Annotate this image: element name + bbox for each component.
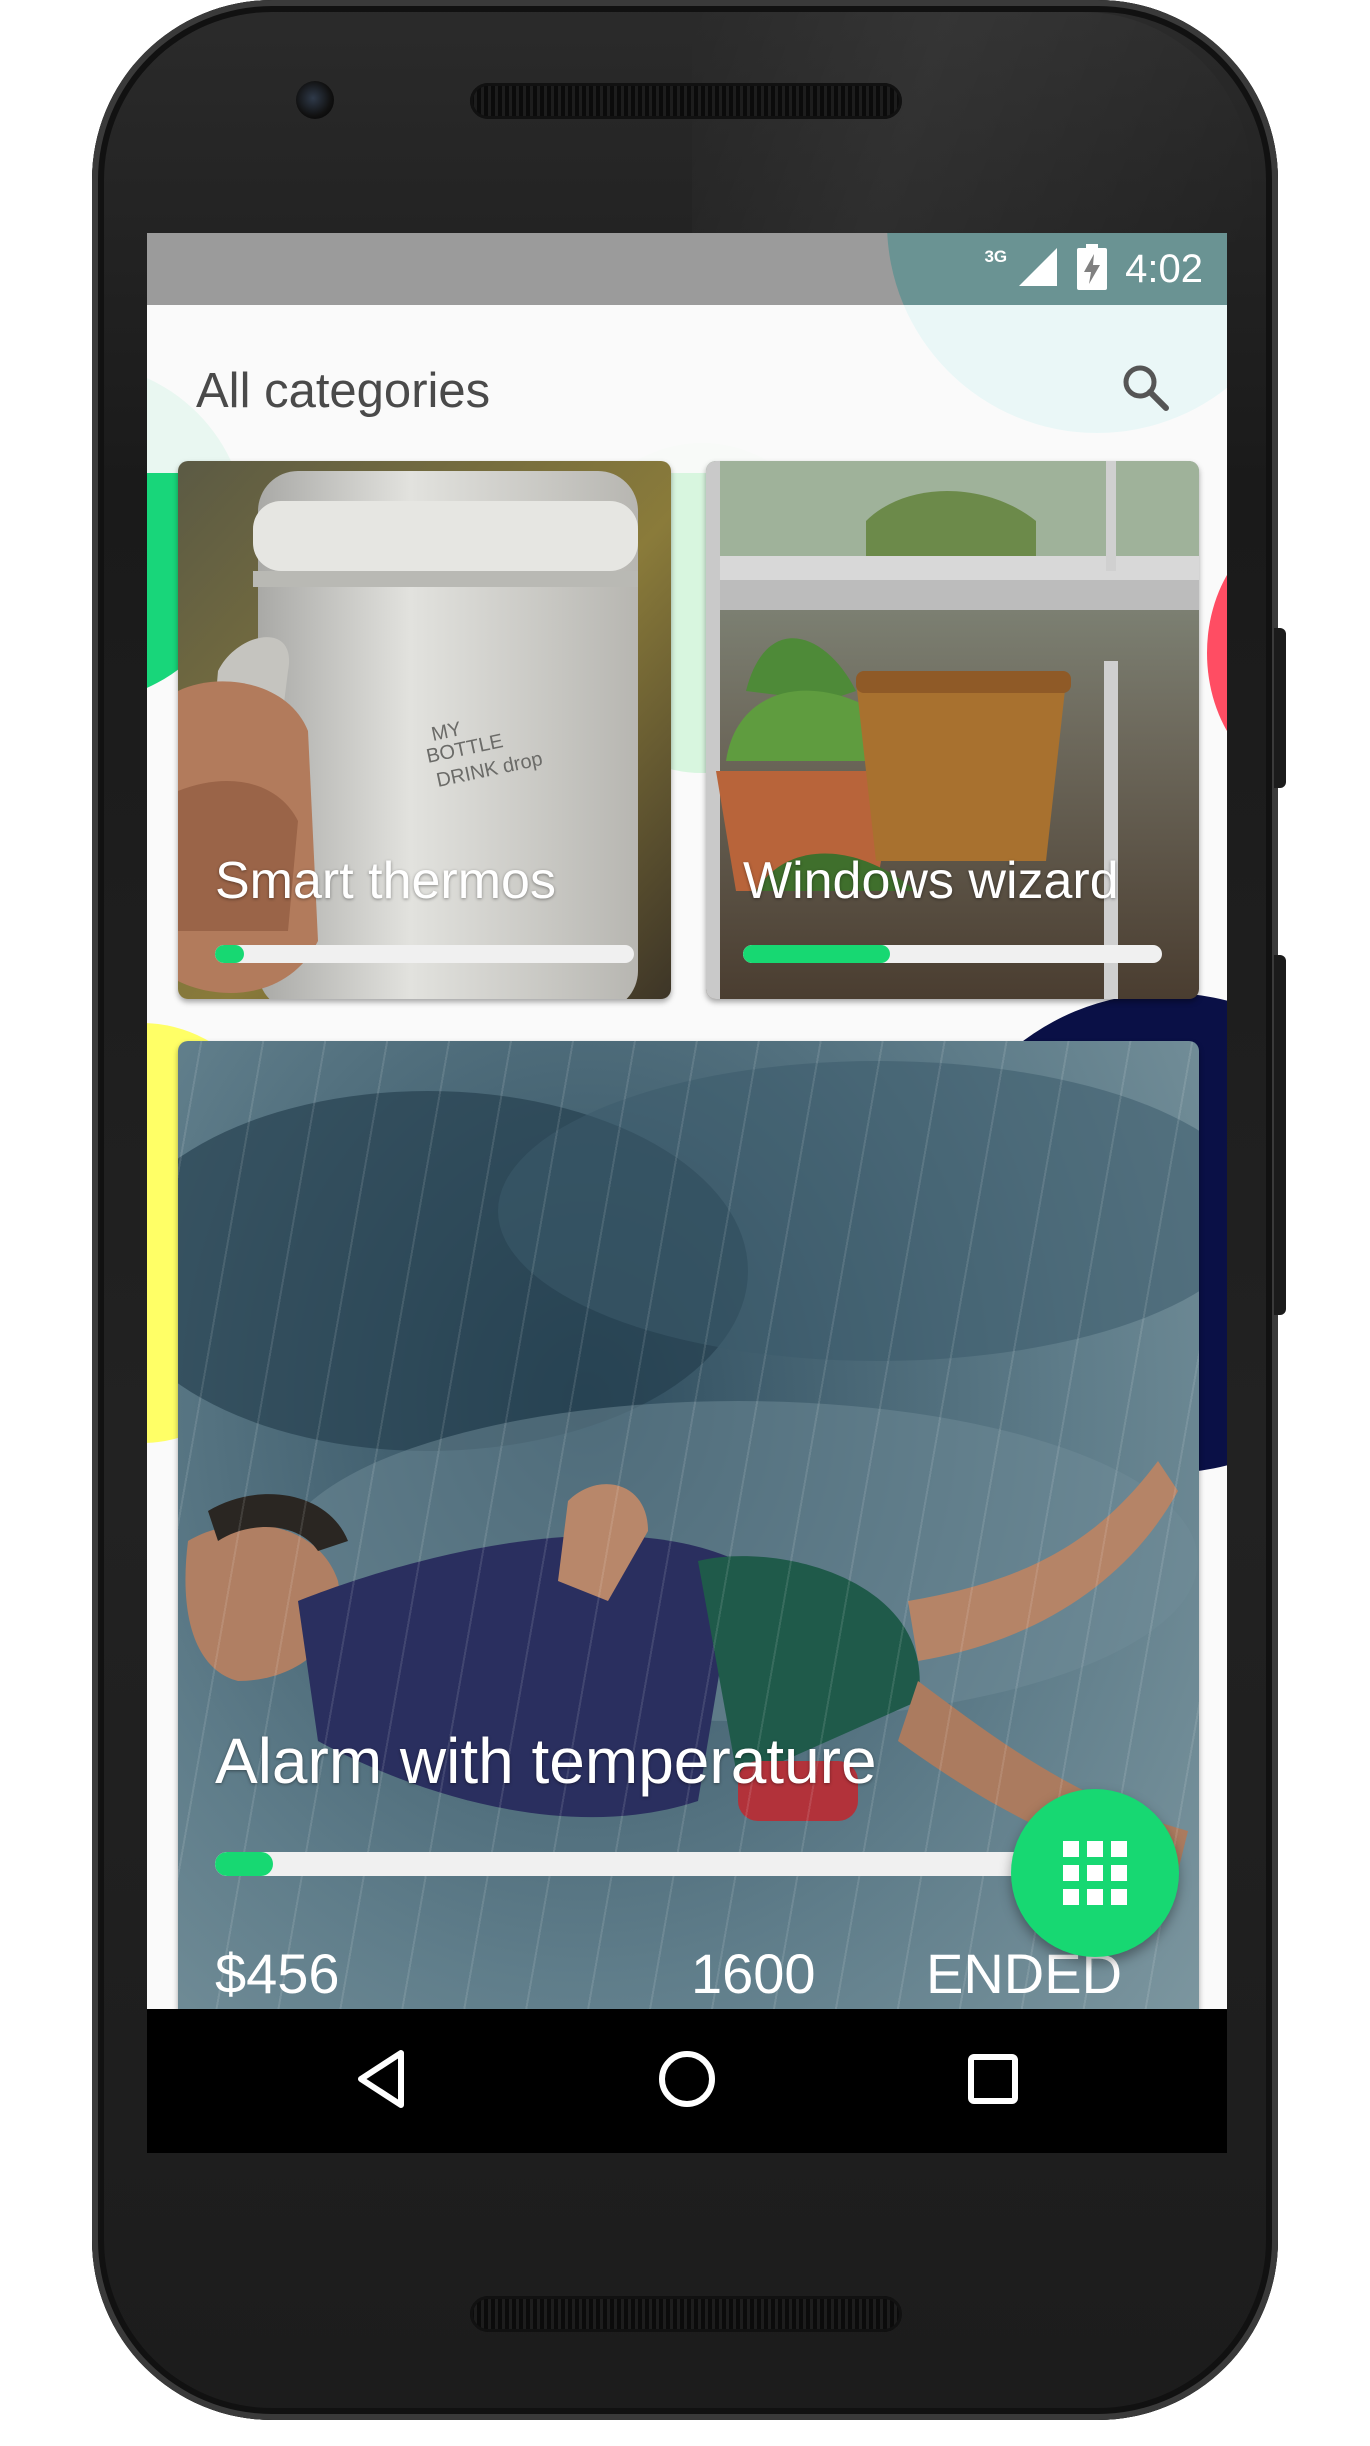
page-title: All categories <box>196 364 491 418</box>
card-progress-bar <box>215 1852 1038 1876</box>
card-title: Smart thermos <box>215 852 556 910</box>
card-title: Alarm with temperature <box>215 1725 877 1797</box>
power-button <box>1274 628 1286 788</box>
window-plants-photo <box>706 461 1199 999</box>
apps-grid-icon <box>1063 1841 1127 1905</box>
screen: 3G 4:02 All categories MY BOTTLE DRINK d… <box>147 233 1227 2153</box>
decor-circle-red <box>1207 523 1227 783</box>
phone-glare <box>692 12 1252 242</box>
card-stats: $456 1600 ENDED <box>215 1941 1145 2011</box>
thermos-photo: MY BOTTLE DRINK drop <box>178 461 671 999</box>
battery-charging-icon <box>1077 243 1108 295</box>
recent-apps-square-icon <box>965 2051 1021 2112</box>
category-card-smart-thermos[interactable]: MY BOTTLE DRINK drop Smart thermos <box>178 461 671 999</box>
front-camera <box>296 81 334 119</box>
card-progress-fill <box>743 945 890 963</box>
card-progress-fill <box>215 1852 273 1876</box>
category-card-windows-wizard[interactable]: Windows wizard <box>706 461 1199 999</box>
network-type-label: 3G <box>984 247 1008 266</box>
volume-rocker <box>1274 955 1286 1315</box>
search-button[interactable] <box>1109 353 1181 425</box>
status-bar: 3G 4:02 <box>147 233 1227 305</box>
nav-back-button[interactable] <box>333 2033 429 2129</box>
card-progress-fill <box>215 945 245 963</box>
card-title: Windows wizard <box>743 852 1119 910</box>
card-progress-bar <box>743 945 1162 963</box>
apps-fab-button[interactable] <box>1011 1789 1179 1957</box>
back-triangle-icon <box>353 2047 409 2116</box>
status-icons: 3G 4:02 <box>976 233 1203 305</box>
system-nav-bar <box>147 2009 1227 2153</box>
category-card-alarm-with-temperature[interactable]: Alarm with temperature $456 1600 ENDED <box>178 1041 1199 2153</box>
signal-icon <box>1017 246 1059 293</box>
nav-recent-apps-button[interactable] <box>945 2033 1041 2129</box>
card-count: 1600 <box>691 1942 816 2005</box>
card-price: $456 <box>215 1942 340 2005</box>
bottom-speaker-grille <box>470 2296 902 2332</box>
app-toolbar: All categories <box>147 305 1227 473</box>
top-speaker-grille <box>470 83 902 119</box>
search-icon <box>1119 361 1171 418</box>
status-time: 4:02 <box>1125 246 1203 291</box>
home-circle-icon <box>655 2047 719 2116</box>
nav-home-button[interactable] <box>639 2033 735 2129</box>
card-progress-bar <box>215 945 634 963</box>
